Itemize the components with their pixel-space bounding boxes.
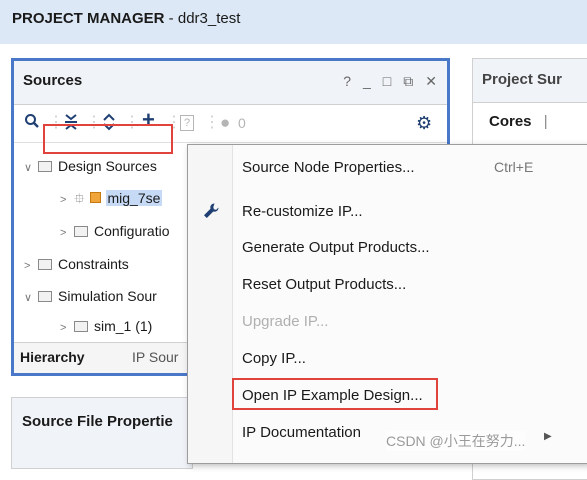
tab-ip-sources[interactable]: IP Sour [132,349,178,365]
chevron-down-icon[interactable]: ∨ [24,285,38,311]
float-icon[interactable]: ⧉ [403,73,413,90]
toolbar-divider: ⋮ [204,114,220,131]
tree-label: Configuratio [94,223,170,239]
tree-label: Simulation Sour [58,288,157,304]
submenu-arrow-icon: ▶ [544,431,552,442]
menu-item-generate-output-products[interactable]: Generate Output Products... [242,239,430,256]
context-menu: Source Node Properties... Ctrl+E Re-cust… [187,144,587,464]
title-separator: - [164,10,178,27]
tree-label: Constraints [58,256,129,272]
ip-item-highlight-box [43,124,173,154]
example-design-highlight-box [232,378,438,410]
folder-icon [38,258,52,270]
sources-panel-header: Sources ? _ □ ⧉ ✕ [14,61,447,105]
chevron-down-icon[interactable]: ∨ [24,155,38,181]
project-summary-title: Project Sur [473,59,587,103]
tab-hierarchy[interactable]: Hierarchy [20,349,85,365]
tree-item-simulation-sources[interactable]: ∨ Simulation Sour [24,283,157,309]
tree-item-sim-1[interactable]: > sim_1 (1) [60,313,152,339]
project-name: ddr3_test [177,10,241,27]
close-icon[interactable]: ✕ [425,73,437,90]
tree-label-selected: mig_7se [105,190,163,206]
menu-item-ip-documentation[interactable]: IP Documentation [242,424,361,441]
shortcut-label: Ctrl+E [494,159,534,175]
chevron-right-icon[interactable]: > [60,220,74,246]
maximize-icon[interactable]: □ [383,73,391,90]
tree-item-configuration[interactable]: > Configuratio [60,218,170,244]
chevron-right-icon[interactable]: > [60,315,74,341]
status-dot-icon: ● [220,113,231,132]
chevron-right-icon[interactable]: > [60,187,74,213]
help-icon[interactable]: ? [343,73,351,90]
source-file-properties-panel: Source File Propertie [11,397,193,469]
sources-title: Sources [23,72,83,89]
gear-icon[interactable]: ⚙ [416,113,432,133]
menu-item-source-node-properties[interactable]: Source Node Properties... [242,159,415,176]
window-controls: ? _ □ ⧉ ✕ [343,73,437,90]
folder-icon [38,290,52,302]
minimize-icon[interactable]: _ [363,73,371,90]
tree-label: sim_1 (1) [94,318,153,334]
chevron-right-icon[interactable]: > [24,253,38,279]
tab-cores[interactable]: Cores [489,113,532,130]
section-title: PROJECT MANAGER [12,10,165,27]
project-manager-title-bar: PROJECT MANAGER - ddr3_test [0,0,587,44]
menu-item-copy-ip[interactable]: Copy IP... [242,350,306,367]
tree-item-design-sources[interactable]: ∨ Design Sources [24,153,157,179]
help-doc-icon[interactable]: ? [180,115,194,131]
menu-item-reset-output-products[interactable]: Reset Output Products... [242,276,406,293]
wrench-icon [202,202,220,223]
menu-item-recustomize-ip[interactable]: Re-customize IP... [242,203,363,220]
ip-core-icon [89,192,101,203]
project-summary-tabs: Cores | [473,103,587,140]
hierarchy-node-icon: ⯐ [74,190,85,206]
source-file-properties-title: Source File Propertie [22,413,173,430]
tree-item-mig[interactable]: > ⯐ mig_7se [60,185,163,213]
menu-item-upgrade-ip: Upgrade IP... [242,313,329,330]
folder-icon [38,160,52,172]
search-icon[interactable] [24,113,40,134]
folder-icon [74,225,88,237]
watermark-text: CSDN @小王在努力... [386,431,526,451]
folder-icon [74,320,88,332]
tab-separator: | [543,113,548,130]
tree-label: Design Sources [58,158,157,174]
tree-item-constraints[interactable]: > Constraints [24,251,129,277]
menu-icon-gutter [188,145,233,463]
status-count: 0 [238,115,246,131]
